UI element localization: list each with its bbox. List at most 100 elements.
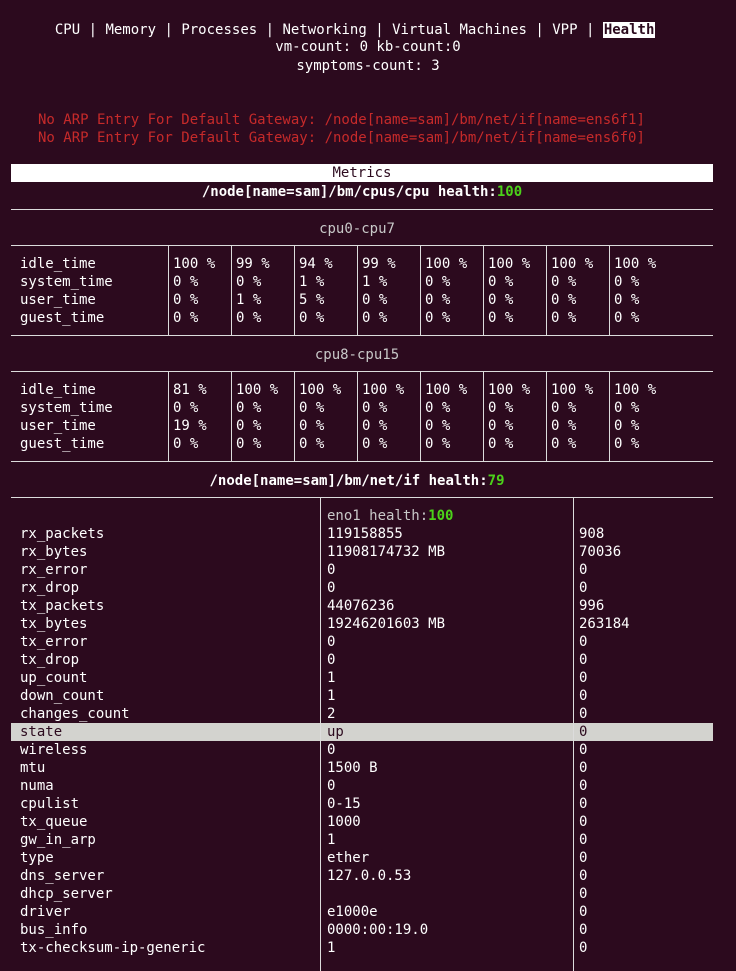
symptoms-count: symptoms-count: 3	[296, 58, 440, 74]
cpu-value-cell: 99 %	[236, 256, 270, 272]
cpu-value-cell: 0 %	[488, 400, 514, 416]
metric-name: tx-checksum-ip-generic	[20, 940, 206, 956]
secondary-value: 908	[579, 526, 605, 542]
metric-name: rx_bytes	[20, 544, 88, 560]
tab-processes[interactable]: Processes	[181, 22, 257, 38]
cpu-metric-label: idle_time	[20, 382, 96, 398]
iface-value: 11908174732 MB	[327, 544, 446, 560]
metric-name: wireless	[20, 742, 88, 758]
cpu-value-cell: 100 %	[173, 256, 216, 272]
iface-value: 0	[327, 652, 336, 668]
column-divider	[546, 372, 547, 461]
cpu-group-title: cpu8-cpu15	[314, 347, 400, 363]
net-health-title: /node[name=sam]/bm/net/if health:79	[0, 472, 714, 490]
cpu-value-cell: 100 %	[236, 382, 279, 398]
cpu-metric-label: idle_time	[20, 256, 96, 272]
tab-networking[interactable]: Networking	[282, 22, 366, 38]
cpu-value-cell: 0 %	[551, 418, 577, 434]
iface-value: 1000	[327, 814, 361, 830]
metric-name: type	[20, 850, 54, 866]
cpu-metric-label: guest_time	[20, 436, 105, 452]
tab-memory[interactable]: Memory	[105, 22, 156, 38]
cpu-value-cell: 0 %	[614, 292, 640, 308]
cpu-value-cell: 100 %	[425, 256, 468, 272]
column-divider	[168, 372, 169, 461]
iface-value: up	[327, 724, 344, 740]
tab-separator: |	[366, 22, 393, 38]
column-divider	[420, 372, 421, 461]
cpu-value-cell: 0 %	[173, 400, 199, 416]
cpu-value-cell: 0 %	[614, 274, 640, 290]
cpu-value-cell: 0 %	[236, 418, 262, 434]
metric-name: dns_server	[20, 868, 105, 884]
cpu-metric-label: user_time	[20, 418, 96, 434]
iface-value: 0	[327, 778, 336, 794]
divider	[11, 497, 713, 498]
cpu-value-cell: 0 %	[614, 400, 640, 416]
iface-header: eno1 health:100	[327, 507, 453, 525]
column-divider	[483, 246, 484, 335]
iface-value: e1000e	[327, 904, 378, 920]
cpu-value-cell: 0 %	[425, 310, 451, 326]
secondary-value: 0	[579, 778, 588, 794]
metric-name: rx_drop	[20, 580, 80, 596]
cpu-value-cell: 5 %	[299, 292, 325, 308]
cpu-value-cell: 0 %	[236, 400, 262, 416]
cpu-value-cell: 0 %	[236, 436, 262, 452]
tab-cpu[interactable]: CPU	[55, 22, 80, 38]
metric-name: tx_packets	[20, 598, 105, 614]
column-divider	[609, 372, 610, 461]
tab-vpp[interactable]: VPP	[552, 22, 577, 38]
cpu-value-cell: 100 %	[614, 256, 657, 272]
column-divider	[573, 498, 574, 971]
tab-virtual-machines[interactable]: Virtual Machines	[392, 22, 527, 38]
iface-value: 0	[327, 634, 336, 650]
cpu-value-cell: 100 %	[425, 382, 468, 398]
secondary-value: 0	[579, 760, 588, 776]
iface-value: 0	[327, 742, 336, 758]
metric-name: gw_in_arp	[20, 832, 96, 848]
column-divider	[294, 246, 295, 335]
cpu-value-cell: 0 %	[425, 292, 451, 308]
cpu-value-cell: 0 %	[173, 310, 199, 326]
secondary-value: 0	[579, 634, 588, 650]
iface-value: 1	[327, 940, 336, 956]
iface-value: ether	[327, 850, 370, 866]
selected-row-highlight	[11, 723, 713, 741]
tab-bar: CPU | Memory | Processes | Networking | …	[38, 3, 656, 39]
metric-name: changes_count	[20, 706, 130, 722]
cpu-health-title: /node[name=sam]/bm/cpus/cpu health:100	[0, 183, 724, 201]
secondary-value: 0	[579, 742, 588, 758]
metric-name: up_count	[20, 670, 88, 686]
column-divider	[420, 246, 421, 335]
cpu-value-cell: 0 %	[425, 436, 451, 452]
secondary-value: 0	[579, 652, 588, 668]
cpu-value-cell: 0 %	[173, 436, 199, 452]
divider	[11, 335, 713, 336]
cpu-value-cell: 100 %	[299, 382, 342, 398]
iface-value: 1	[327, 670, 336, 686]
secondary-value: 0	[579, 940, 588, 956]
cpu-value-cell: 0 %	[236, 310, 262, 326]
metric-name: mtu	[20, 760, 46, 776]
cpu-group-title: cpu0-cpu7	[319, 221, 395, 237]
cpu-value-cell: 0 %	[236, 274, 262, 290]
cpu-value-cell: 0 %	[614, 436, 640, 452]
column-divider	[357, 246, 358, 335]
secondary-value: 0	[579, 868, 588, 884]
cpu-value-cell: 99 %	[362, 256, 396, 272]
cpu-metric-label: user_time	[20, 292, 96, 308]
metric-name: tx_bytes	[20, 616, 88, 632]
column-divider	[168, 246, 169, 335]
secondary-value: 70036	[579, 544, 622, 560]
column-divider	[231, 372, 232, 461]
secondary-value: 0	[579, 904, 588, 920]
cpu-value-cell: 0 %	[488, 292, 514, 308]
secondary-value: 0	[579, 814, 588, 830]
secondary-value: 0	[579, 922, 588, 938]
tab-health[interactable]: Health	[602, 22, 656, 38]
iface-value: 127.0.0.53	[327, 868, 412, 884]
cpu-value-cell: 0 %	[551, 400, 577, 416]
column-divider	[483, 372, 484, 461]
column-divider	[609, 246, 610, 335]
